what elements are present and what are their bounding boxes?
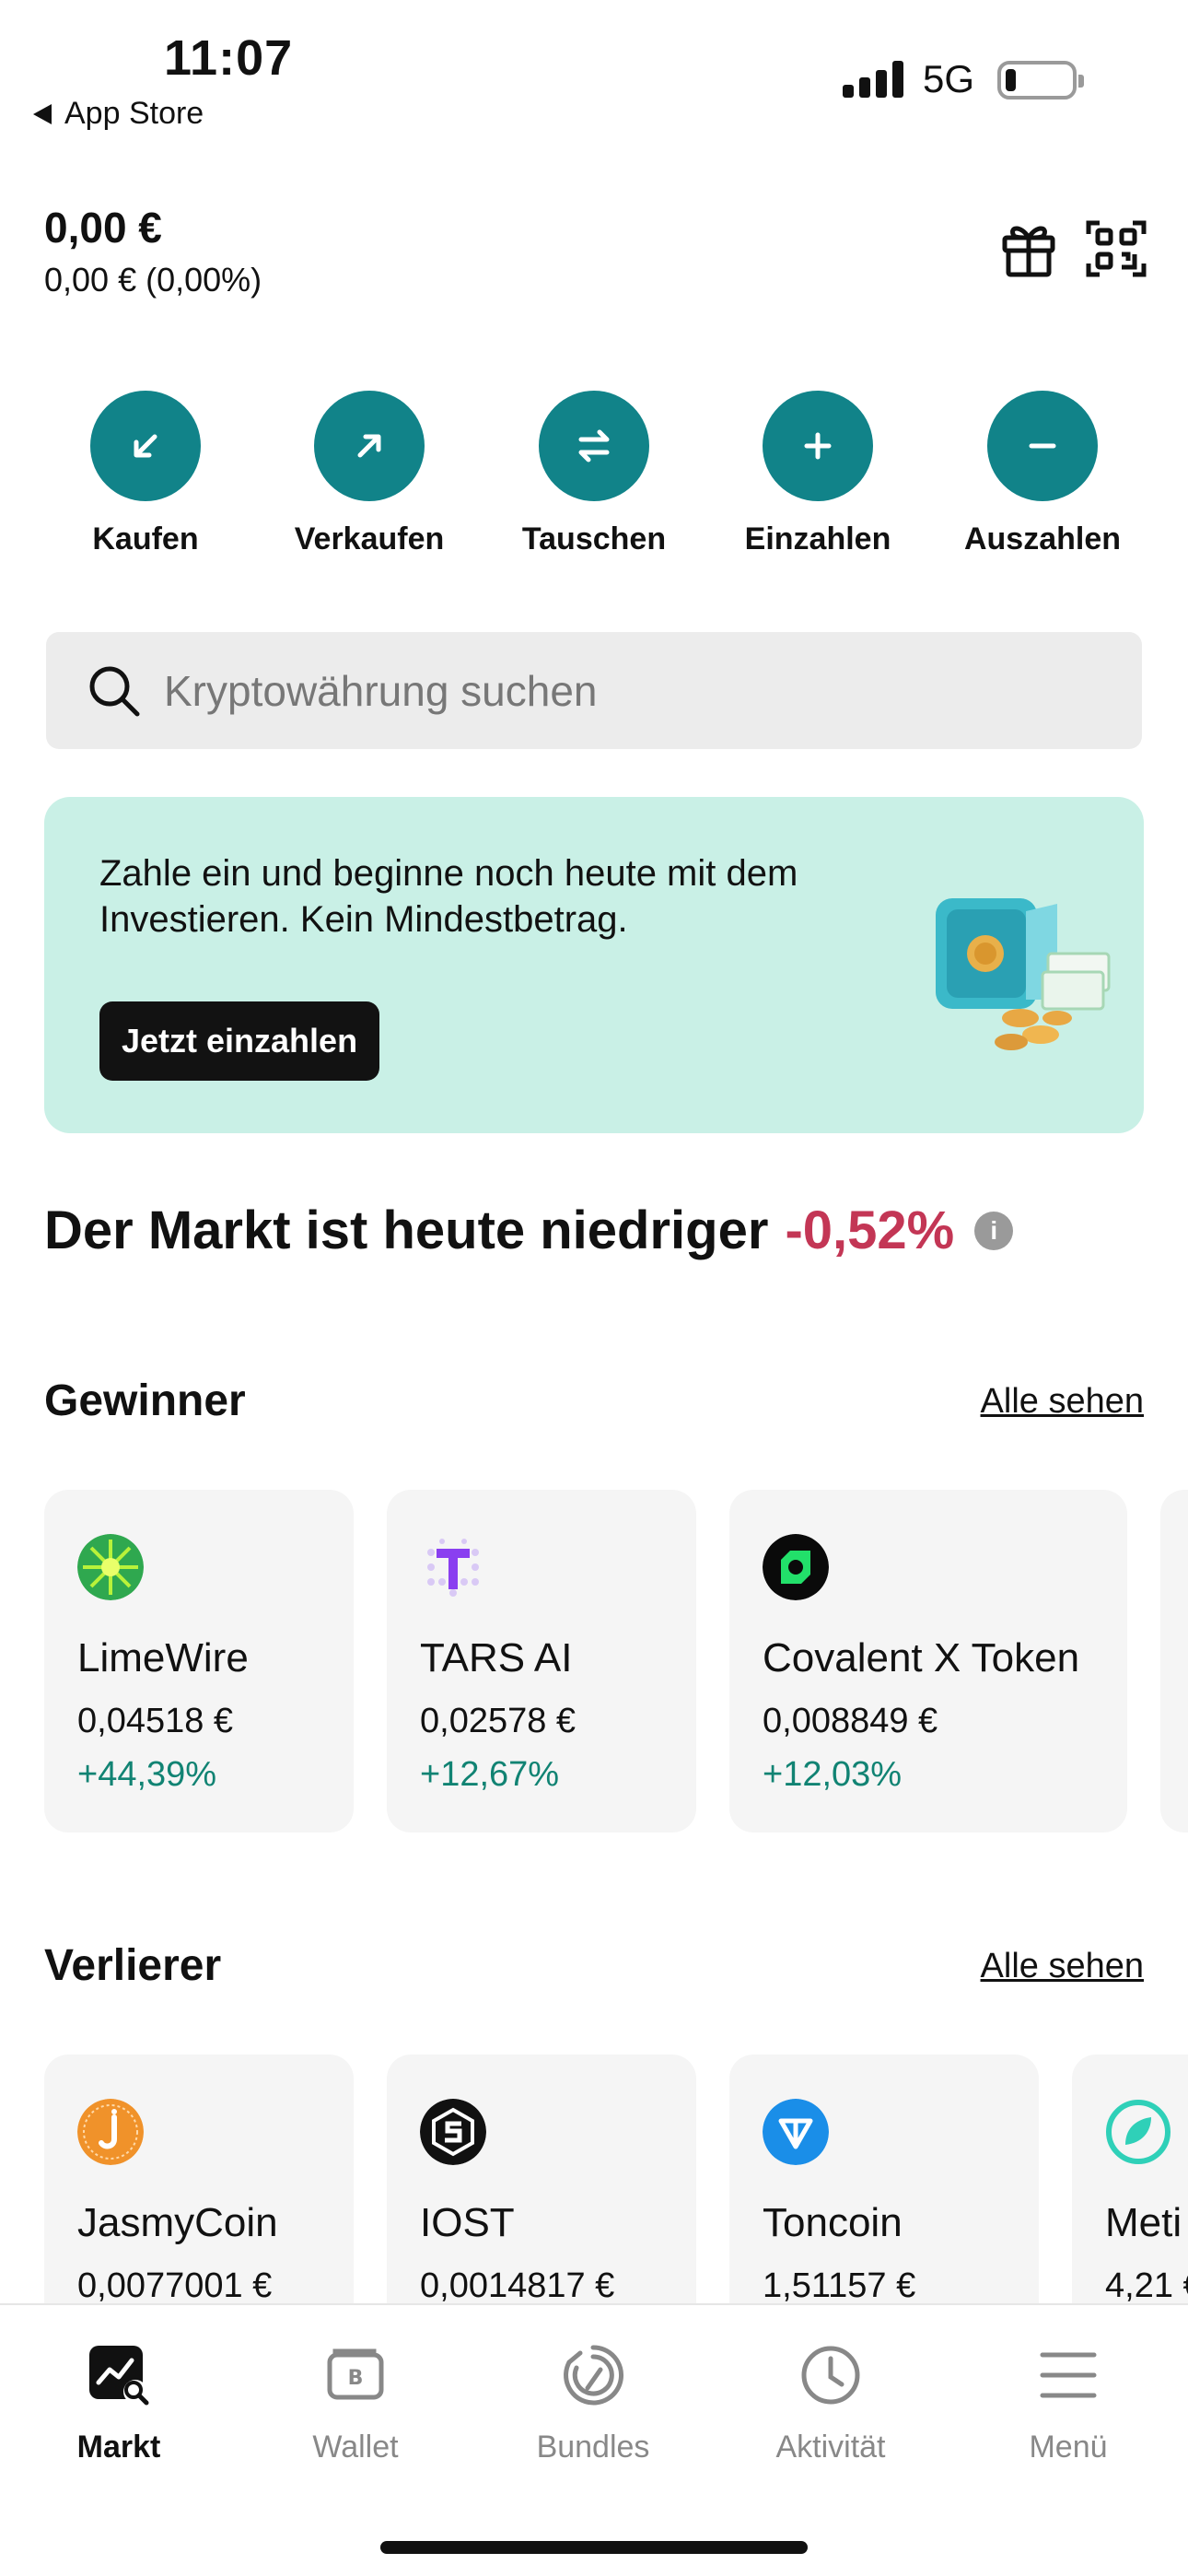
sell-label: Verkaufen bbox=[294, 521, 445, 556]
gainer-card-partial[interactable] bbox=[1160, 1490, 1188, 1832]
coin-name: Toncoin bbox=[763, 2200, 903, 2245]
coin-price: 0,008849 € bbox=[763, 1702, 938, 1740]
coin-price: 0,04518 € bbox=[77, 1702, 234, 1740]
portfolio-balance: 0,00 € bbox=[44, 204, 162, 252]
tab-wallet[interactable]: B Wallet bbox=[263, 2342, 448, 2465]
market-chart-icon bbox=[89, 2346, 149, 2406]
gainers-carousel[interactable]: LimeWire 0,04518 € +44,39% TARS AI 0,025… bbox=[0, 1490, 1188, 1832]
status-time: 11:07 bbox=[164, 30, 294, 86]
coin-change: +12,67% bbox=[420, 1755, 560, 1794]
tab-label: Markt bbox=[76, 2430, 161, 2465]
coin-price: 1,51157 € bbox=[763, 2266, 916, 2303]
coin-price: 0,02578 € bbox=[420, 1702, 577, 1740]
svg-text:B: B bbox=[348, 2367, 364, 2390]
loser-card[interactable]: JasmyCoin 0,0077001 € bbox=[44, 2055, 354, 2303]
tab-bundles[interactable]: Bundles bbox=[501, 2342, 685, 2465]
covalent-x-coin-icon bbox=[763, 1534, 829, 1600]
tab-menu[interactable]: Menü bbox=[976, 2342, 1160, 2465]
withdraw-label: Auszahlen bbox=[963, 521, 1122, 556]
loser-card[interactable]: Meti 4,21 € bbox=[1072, 2055, 1188, 2303]
tab-market[interactable]: Markt bbox=[27, 2342, 211, 2465]
bundles-icon bbox=[564, 2345, 623, 2406]
tab-activity[interactable]: Aktivität bbox=[739, 2342, 923, 2465]
withdraw-button[interactable]: Auszahlen bbox=[937, 391, 1148, 557]
coin-price: 4,21 € bbox=[1105, 2266, 1188, 2303]
gainer-card[interactable]: LimeWire 0,04518 € +44,39% bbox=[44, 1490, 354, 1832]
tab-label: Wallet bbox=[312, 2430, 399, 2465]
arrow-up-right-icon bbox=[314, 391, 425, 501]
deposit-now-button[interactable]: Jetzt einzahlen bbox=[99, 1001, 380, 1081]
market-summary: Der Markt ist heute niedriger -0,52% i bbox=[44, 1200, 1014, 1261]
deposit-promo-banner: Zahle ein und beginne noch heute mit dem… bbox=[44, 797, 1144, 1133]
deposit-label: Einzahlen bbox=[744, 521, 891, 556]
search-input[interactable] bbox=[164, 665, 1085, 716]
coin-name: LimeWire bbox=[77, 1635, 249, 1680]
swap-button[interactable]: Tauschen bbox=[488, 391, 700, 557]
deposit-button[interactable]: Einzahlen bbox=[712, 391, 924, 557]
promo-text: Zahle ein und beginne noch heute mit dem… bbox=[99, 853, 798, 940]
cellular-signal-icon bbox=[843, 61, 903, 98]
battery-icon bbox=[997, 61, 1084, 100]
gainer-card[interactable]: TARS AI 0,02578 € +12,67% bbox=[387, 1490, 696, 1832]
menu-icon bbox=[1040, 2352, 1097, 2398]
home-indicator[interactable] bbox=[380, 2541, 808, 2554]
minus-icon bbox=[987, 391, 1098, 501]
losers-title: Verlierer bbox=[44, 1941, 222, 1990]
coin-name: TARS AI bbox=[420, 1635, 573, 1680]
network-type: 5G bbox=[923, 57, 975, 100]
metis-coin-icon bbox=[1106, 2100, 1171, 2164]
tab-label: Menü bbox=[1029, 2430, 1108, 2465]
portfolio-change: 0,00 € (0,00%) bbox=[44, 261, 262, 299]
losers-carousel[interactable]: JasmyCoin 0,0077001 € IOST 0,0014817 € T… bbox=[0, 2055, 1188, 2303]
coin-price: 0,0077001 € bbox=[77, 2266, 273, 2303]
limewire-coin-icon bbox=[77, 1534, 144, 1600]
arrow-down-left-icon bbox=[90, 391, 201, 501]
buy-button[interactable]: Kaufen bbox=[40, 391, 251, 557]
qr-scan-icon[interactable] bbox=[1085, 217, 1147, 280]
back-to-app-store-link[interactable]: App Store bbox=[33, 96, 204, 132]
gift-icon[interactable] bbox=[997, 217, 1060, 280]
tars-ai-coin-icon bbox=[427, 1539, 479, 1597]
coin-change: +44,39% bbox=[77, 1755, 217, 1794]
battery-level bbox=[1006, 69, 1016, 91]
status-bar: 11:07 App Store 5G bbox=[0, 0, 1188, 147]
sell-button[interactable]: Verkaufen bbox=[263, 391, 475, 557]
back-arrow-icon bbox=[33, 103, 52, 124]
swap-label: Tauschen bbox=[521, 521, 667, 556]
toncoin-icon bbox=[763, 2099, 829, 2165]
clock-icon bbox=[801, 2346, 860, 2405]
tab-label: Bundles bbox=[536, 2430, 650, 2465]
market-change: -0,52% bbox=[785, 1200, 955, 1260]
jasmycoin-icon bbox=[77, 2099, 144, 2165]
back-link-label: App Store bbox=[64, 96, 204, 131]
coin-price: 0,0014817 € bbox=[420, 2266, 615, 2303]
tab-label: Aktivität bbox=[775, 2430, 886, 2465]
crypto-search-bar[interactable] bbox=[46, 632, 1142, 749]
swap-icon bbox=[539, 391, 649, 501]
loser-card[interactable]: IOST 0,0014817 € bbox=[387, 2055, 696, 2303]
coin-change: +12,03% bbox=[763, 1755, 903, 1794]
search-icon bbox=[89, 666, 140, 716]
plus-icon bbox=[763, 391, 873, 501]
coin-name: Covalent X Token bbox=[763, 1635, 1080, 1680]
bottom-tab-bar: Markt B Wallet Bundles Aktivität Menü bbox=[0, 2303, 1188, 2576]
coin-name: Meti bbox=[1105, 2200, 1182, 2245]
coin-name: IOST bbox=[420, 2200, 515, 2245]
market-headline: Der Markt ist heute niedriger bbox=[44, 1200, 769, 1260]
gainers-title: Gewinner bbox=[44, 1376, 246, 1425]
losers-see-all-link[interactable]: Alle sehen bbox=[981, 1947, 1144, 1986]
loser-card[interactable]: Toncoin 1,51157 € bbox=[729, 2055, 1039, 2303]
info-icon[interactable]: i bbox=[974, 1211, 1014, 1250]
wallet-icon: B bbox=[327, 2348, 384, 2400]
coin-name: JasmyCoin bbox=[77, 2200, 278, 2245]
iost-coin-icon bbox=[420, 2099, 486, 2165]
buy-label: Kaufen bbox=[92, 521, 199, 556]
gainers-see-all-link[interactable]: Alle sehen bbox=[981, 1382, 1144, 1422]
gainer-card[interactable]: Covalent X Token 0,008849 € +12,03% bbox=[729, 1490, 1127, 1832]
safe-with-coins-illustration bbox=[936, 898, 1111, 1050]
